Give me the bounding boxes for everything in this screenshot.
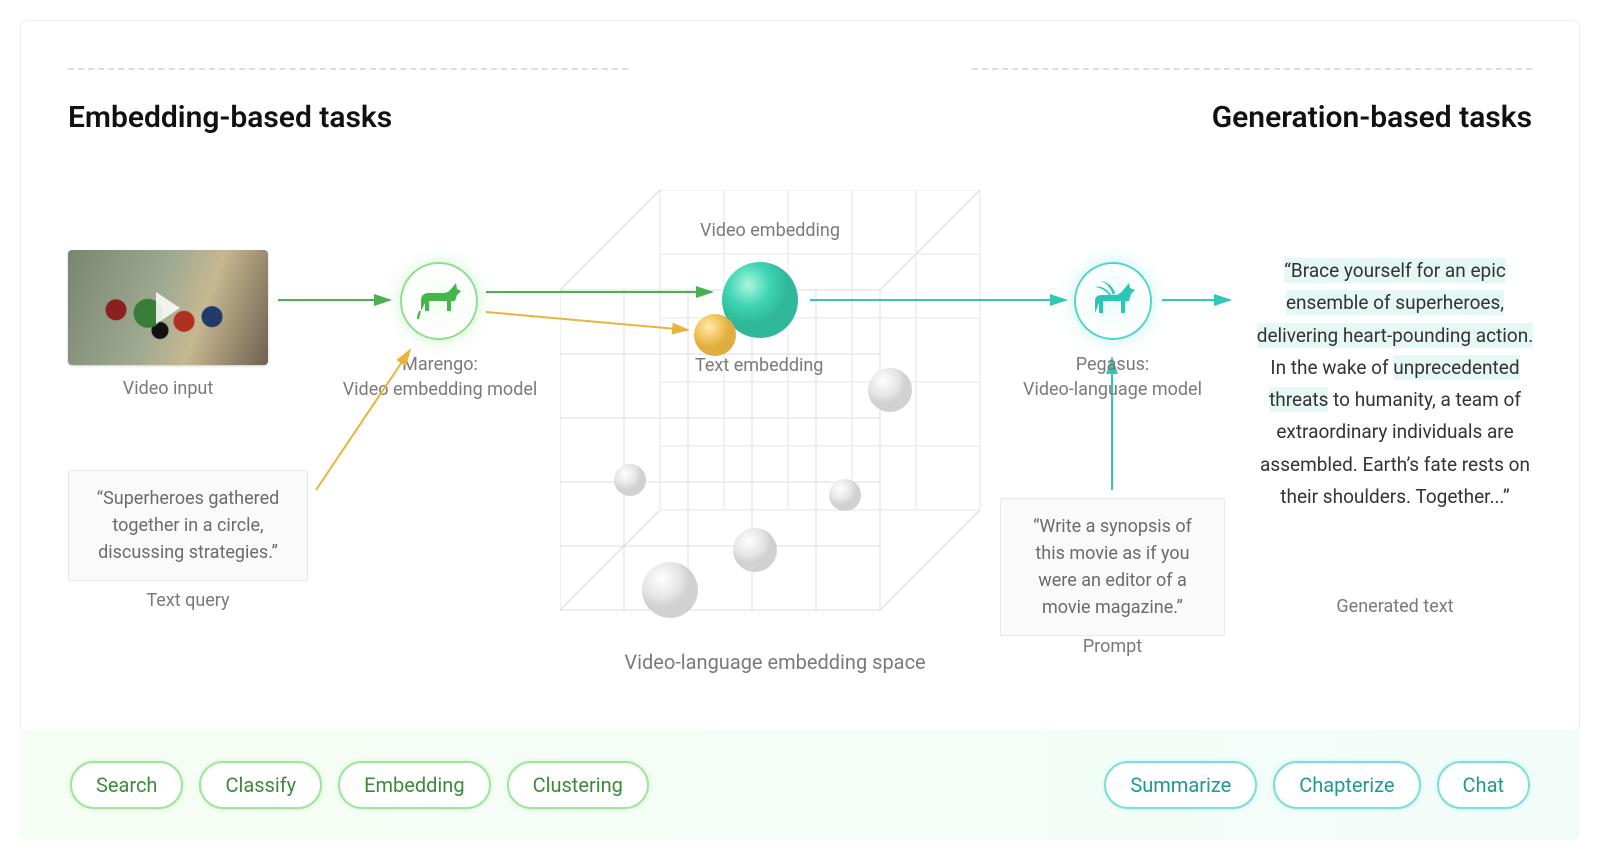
pills-left-group: Search Classify Embedding Clustering — [70, 761, 649, 809]
pill-clustering[interactable]: Clustering — [507, 761, 649, 809]
text-query-box: “Superheroes gathered together in a circ… — [68, 470, 308, 581]
pill-embedding[interactable]: Embedding — [338, 761, 490, 809]
embedding-space-caption: Video-language embedding space — [560, 650, 990, 674]
pill-summarize[interactable]: Summarize — [1104, 761, 1257, 809]
marengo-label-2: Video embedding model — [343, 379, 538, 400]
text-query-caption: Text query — [68, 590, 308, 611]
pill-search[interactable]: Search — [70, 761, 183, 809]
marengo-caption: Marengo: Video embedding model — [335, 352, 545, 402]
video-input-thumbnail — [68, 250, 268, 365]
embedding-cube-icon — [560, 190, 990, 620]
heading-generation-tasks: Generation-based tasks — [1212, 100, 1532, 135]
pegasus-label-2: Video-language model — [1023, 379, 1202, 400]
text-embedding-label: Text embedding — [695, 355, 823, 376]
prompt-caption: Prompt — [1000, 636, 1225, 657]
generated-text-caption: Generated text — [1250, 596, 1540, 617]
text-embedding-sphere — [694, 314, 736, 356]
pill-chat[interactable]: Chat — [1437, 761, 1530, 809]
marengo-label-1: Marengo: — [402, 354, 478, 375]
video-input-caption: Video input — [68, 378, 268, 399]
divider-right — [972, 68, 1532, 70]
heading-embedding-tasks: Embedding-based tasks — [68, 100, 392, 135]
video-embedding-label: Video embedding — [700, 220, 840, 241]
pill-chapterize[interactable]: Chapterize — [1273, 761, 1420, 809]
pegasus-caption: Pegasus: Video-language model — [1005, 352, 1220, 402]
play-icon — [156, 292, 180, 324]
marengo-model — [400, 262, 478, 340]
pegasus-model — [1074, 262, 1152, 340]
embedding-space: Video embedding Text embedding — [560, 190, 990, 620]
prompt-box: “Write a synopsis of this movie as if yo… — [1000, 498, 1225, 636]
pills-footer: Search Classify Embedding Clustering Summar… — [20, 730, 1580, 840]
pegasus-label-1: Pegasus: — [1076, 354, 1150, 375]
generated-text-segment: “Brace yourself for an epic ensemble of … — [1257, 258, 1534, 348]
pegasus-icon — [1087, 279, 1139, 323]
generated-text: “Brace yourself for an epic ensemble of … — [1250, 255, 1540, 513]
divider-left — [68, 68, 628, 70]
pills-right-group: Summarize Chapterize Chat — [1104, 761, 1530, 809]
generated-text-segment: In the wake of — [1270, 356, 1393, 379]
horse-icon — [415, 281, 463, 321]
pill-classify[interactable]: Classify — [199, 761, 322, 809]
